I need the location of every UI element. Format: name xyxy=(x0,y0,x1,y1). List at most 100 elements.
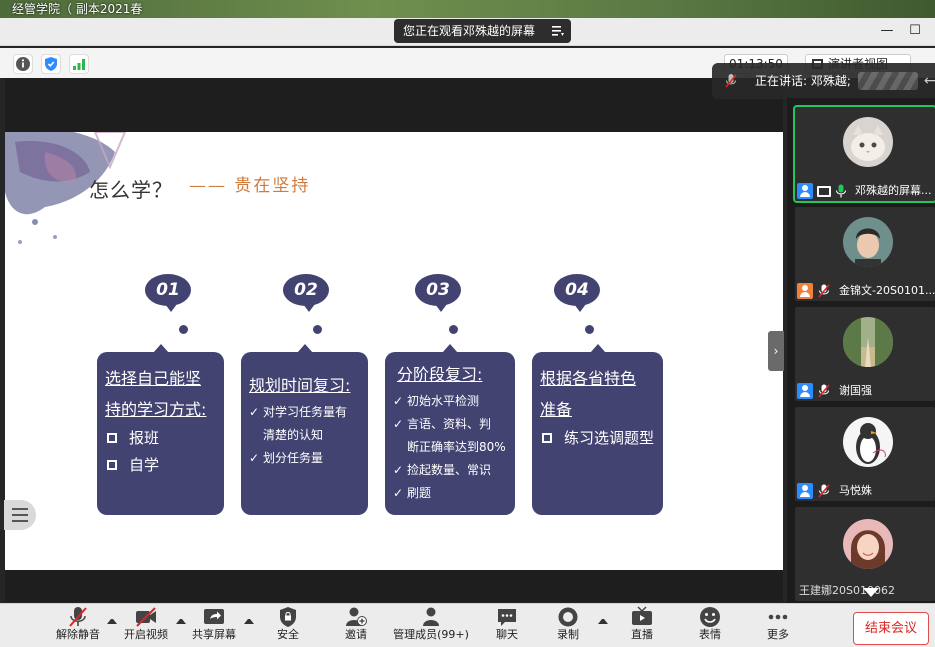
step-number-03: 03 xyxy=(415,274,461,312)
signal-icon[interactable] xyxy=(69,54,89,74)
checkbox-icon xyxy=(107,433,117,443)
list-item-continued: 断正确率达到80% xyxy=(407,440,506,454)
participant-tile[interactable]: 谢国强 xyxy=(795,307,935,401)
list-item: ✓ 刷题 xyxy=(393,482,507,505)
list-item: ✓ 划分任务量 xyxy=(249,447,360,470)
start-video-label: 开启视频 xyxy=(124,628,168,641)
avatar xyxy=(843,417,893,467)
mic-muted-icon xyxy=(69,607,87,627)
chat-label: 聊天 xyxy=(496,628,518,641)
list-item: ✓ 捡起数量、常识 xyxy=(393,459,507,482)
record-icon xyxy=(558,607,578,627)
invite-button[interactable]: 邀请 xyxy=(338,606,374,647)
participant-name: 金锦文-20S0101... xyxy=(839,284,935,297)
viewing-share-banner[interactable]: 您正在观看邓殊越的屏幕 xyxy=(394,19,571,43)
avatar xyxy=(843,317,893,367)
slide-title: 怎么学？ xyxy=(89,178,173,202)
shield-icon xyxy=(280,607,296,627)
unmute-label: 解除静音 xyxy=(56,628,100,641)
invite-label: 邀请 xyxy=(345,628,367,641)
desktop-title-strip: 经管学院（ 副本2021春 xyxy=(0,0,935,18)
step-number-04: 04 xyxy=(554,274,600,312)
step-dot xyxy=(449,325,458,334)
active-speaker-banner: 正在讲话: 邓殊越; ⟵ xyxy=(712,63,935,99)
more-label: 更多 xyxy=(767,628,789,641)
chat-button[interactable]: 聊天 xyxy=(491,606,523,647)
share-screen-label: 共享屏幕 xyxy=(192,628,236,641)
step-number-01: 01 xyxy=(145,274,191,312)
arrow-left-icon[interactable]: ⟵ xyxy=(924,63,935,99)
step-card-02: 规划时间复习: ✓ 对学习任务量有 清楚的认知 ✓ 划分任务量 xyxy=(241,344,368,515)
avatar xyxy=(843,519,893,569)
presentation-slide: 怎么学？ —— 贵在坚持 01 选择自己能坚 持的学习方式: 报班 自学 02 … xyxy=(5,132,783,570)
participants-icon xyxy=(423,607,439,626)
list-item: ✓ 言语、资料、判 xyxy=(393,413,507,436)
maximize-icon[interactable]: ☐ xyxy=(908,24,922,38)
step-dot xyxy=(313,325,322,334)
add-user-icon xyxy=(346,607,367,626)
manage-participants-label: 管理成员(99+) xyxy=(393,628,469,641)
record-label: 录制 xyxy=(557,628,579,641)
slide-subtitle: —— 贵在坚持 xyxy=(189,176,311,196)
checkbox-icon xyxy=(542,433,552,443)
share-screen-button[interactable]: 共享屏幕 xyxy=(190,606,238,647)
step-card-01: 选择自己能坚 持的学习方式: 报班 自学 xyxy=(97,344,224,515)
check-icon: ✓ xyxy=(393,394,404,408)
info-icon[interactable] xyxy=(13,54,33,74)
view-options-icon[interactable] xyxy=(551,24,565,38)
zoom-meeting-window: 经管学院（ 副本2021春 您正在观看邓殊越的屏幕 — ☐ 01:13:50 演… xyxy=(0,0,935,647)
participant-tile[interactable]: 王建娜20S010062 xyxy=(795,507,935,601)
list-item-continued: 清楚的认知 xyxy=(263,428,324,442)
record-button[interactable]: 录制 xyxy=(552,606,584,647)
step-heading: 持的学习方式: xyxy=(105,400,207,419)
collapse-gallery-button[interactable]: › xyxy=(768,331,784,371)
chat-icon xyxy=(498,609,516,626)
avatar xyxy=(843,117,893,167)
window-title: 经管学院（ 副本2021春 xyxy=(12,2,143,16)
more-button[interactable]: 更多 xyxy=(762,606,794,647)
participant-tile[interactable]: 马悦姝 xyxy=(795,407,935,501)
end-meeting-button[interactable]: 结束会议 xyxy=(853,612,929,645)
check-icon: ✓ xyxy=(393,486,404,500)
check-icon: ✓ xyxy=(393,463,404,477)
reactions-label: 表情 xyxy=(699,628,721,641)
security-button[interactable]: 安全 xyxy=(270,606,306,647)
minimize-icon[interactable]: — xyxy=(880,24,894,38)
gallery-scroll-down-icon[interactable] xyxy=(863,588,879,597)
participant-name: 谢国强 xyxy=(839,384,872,397)
participant-tile[interactable]: 金锦文-20S0101... xyxy=(795,207,935,301)
reactions-button[interactable]: 表情 xyxy=(694,606,726,647)
check-icon: ✓ xyxy=(249,405,260,419)
blurred-name xyxy=(858,72,918,90)
step-heading: 选择自己能坚 xyxy=(105,369,202,388)
more-icon xyxy=(768,614,788,620)
list-icon xyxy=(12,508,28,510)
live-stream-button[interactable]: 直播 xyxy=(626,606,658,647)
share-options-icon[interactable] xyxy=(244,616,254,624)
slide-list-button[interactable] xyxy=(4,500,36,530)
step-card-04: 根据各省特色 准备 练习选调题型 xyxy=(532,344,663,515)
active-speaker-label: 正在讲话: 邓殊越; xyxy=(755,74,851,88)
step-heading: 分阶段复习: xyxy=(397,365,483,384)
live-stream-label: 直播 xyxy=(631,628,653,641)
step-dot xyxy=(585,325,594,334)
start-video-button[interactable]: 开启视频 xyxy=(122,606,170,647)
participant-tile[interactable]: 邓殊越的屏幕... xyxy=(793,105,935,203)
video-options-icon[interactable] xyxy=(176,616,186,624)
audio-options-icon[interactable] xyxy=(107,616,117,624)
record-options-icon[interactable] xyxy=(598,616,608,624)
smiley-icon xyxy=(700,607,720,627)
step-dot xyxy=(179,325,188,334)
shield-icon[interactable] xyxy=(41,54,61,74)
manage-participants-button[interactable]: 管理成员(99+) xyxy=(392,606,470,647)
list-item: ✓ 初始水平检测 xyxy=(393,390,507,413)
security-label: 安全 xyxy=(277,628,299,641)
participant-name: 马悦姝 xyxy=(839,484,872,497)
share-screen-icon xyxy=(204,609,224,624)
checkbox-icon xyxy=(107,460,117,470)
list-item: ✓ 对学习任务量有 xyxy=(249,401,360,424)
unmute-button[interactable]: 解除静音 xyxy=(55,606,101,647)
step-card-03: 分阶段复习: ✓ 初始水平检测 ✓ 言语、资料、判 断正确率达到80% ✓ 捡起数量、… xyxy=(385,344,515,515)
participant-name: 邓殊越的屏幕... xyxy=(855,184,932,197)
live-stream-icon xyxy=(632,606,652,625)
